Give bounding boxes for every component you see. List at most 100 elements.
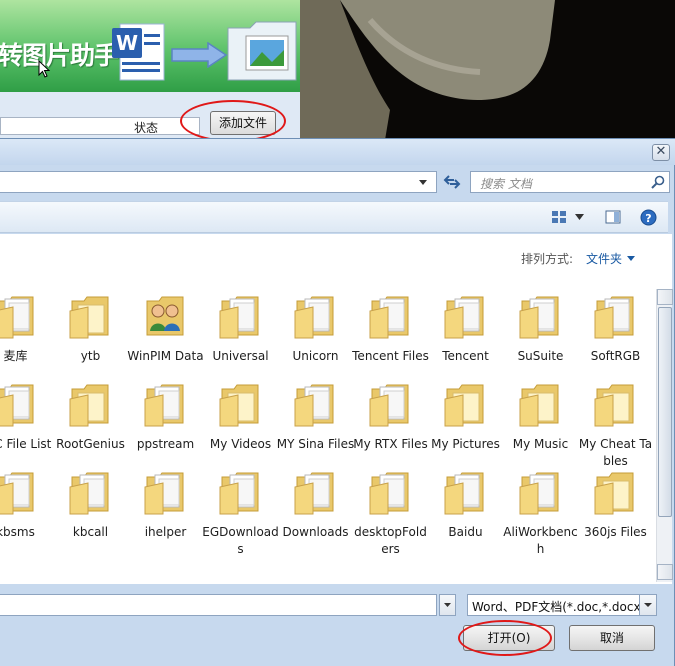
folder-item[interactable]: My Videos (203, 379, 278, 467)
folder-label: 麦库 (3, 349, 28, 363)
folder-item[interactable]: WinPIM Data (127, 291, 204, 379)
folder-item[interactable]: Tencent (428, 291, 503, 379)
document-folder-icon (369, 296, 409, 339)
folder-label: My Cheat Tables (578, 437, 653, 468)
help-icon[interactable]: ? (640, 209, 657, 226)
folder-item[interactable]: ppstream (128, 379, 203, 467)
address-bar[interactable] (0, 171, 437, 193)
document-folder-icon (144, 384, 184, 427)
file-browser-pane: 排列方式: 文件夹 麦库 ytb WinPIM Data Universal Unico… (0, 234, 672, 584)
folder-item[interactable]: SuSuite (503, 291, 578, 379)
scroll-thumb[interactable] (658, 307, 672, 517)
svg-text:?: ? (645, 212, 651, 225)
folder-item[interactable]: My Pictures (428, 379, 503, 467)
word-document-icon: W (112, 23, 165, 81)
folder-item[interactable]: Unicorn (278, 291, 353, 379)
folder-label: desktopFolders (354, 525, 427, 556)
folder-label: MY Sina Files (276, 437, 355, 451)
refresh-icon[interactable] (440, 171, 464, 193)
folder-item[interactable]: 360js Files (578, 467, 653, 555)
filename-input[interactable] (0, 594, 437, 616)
document-folder-icon (519, 472, 559, 515)
folder-item[interactable]: ytb (53, 291, 128, 379)
cancel-button[interactable]: 取消 (569, 625, 655, 651)
chevron-down-icon (444, 603, 451, 607)
folder-item[interactable]: Baidu (428, 467, 503, 555)
folder-item[interactable]: kbcall (53, 467, 128, 555)
document-folder-icon (369, 472, 409, 515)
search-icon[interactable] (651, 175, 665, 189)
folder-item[interactable]: Downloads (278, 467, 353, 555)
folder-label: SoftRGB (590, 349, 641, 363)
dialog-titlebar[interactable]: ✕ (0, 139, 675, 165)
folder-label: My RTX Files (353, 437, 428, 451)
document-folder-icon (444, 472, 484, 515)
contacts-folder-icon (146, 296, 184, 336)
filetype-select[interactable]: Word、PDF文档(*.doc,*.docx (467, 594, 657, 616)
folder-label: SuSuite (517, 349, 564, 363)
view-options-icon[interactable] (551, 210, 567, 224)
scroll-up-button[interactable] (657, 289, 673, 305)
scroll-down-button[interactable] (657, 564, 673, 580)
folder-item[interactable]: kbsms (0, 467, 53, 555)
folder-label: kbsms (0, 525, 35, 539)
file-list-header (0, 117, 200, 135)
chevron-down-icon[interactable] (417, 177, 429, 187)
close-button[interactable]: ✕ (652, 144, 670, 161)
mouse-cursor-icon (38, 60, 50, 78)
annotation-ellipse-add-file (180, 100, 286, 142)
folder-label: WinPIM Data (127, 349, 204, 363)
vertical-scrollbar[interactable] (656, 289, 673, 582)
folder-icon (444, 384, 484, 427)
folder-item[interactable]: My Cheat Tables (578, 379, 653, 468)
folder-item[interactable]: Tencent Files (352, 291, 429, 379)
folder-label: Universal (212, 349, 269, 363)
folder-item[interactable]: MY Sina Files (276, 379, 355, 467)
folder-icon (219, 384, 259, 427)
folder-label: ppstream (136, 437, 195, 451)
filename-dropdown-button[interactable] (439, 594, 456, 616)
folder-icon (519, 384, 559, 427)
document-folder-icon (0, 384, 34, 427)
arrange-by-dropdown[interactable]: 文件夹 (586, 250, 622, 267)
folder-item[interactable]: 麦库 (0, 291, 53, 379)
folder-icon (69, 384, 109, 427)
folder-icon (594, 384, 634, 427)
picture-folder-icon (227, 21, 297, 81)
folder-label: My Pictures (431, 437, 500, 451)
chevron-down-icon[interactable] (575, 214, 584, 220)
document-folder-icon (294, 472, 334, 515)
document-folder-icon (594, 296, 634, 339)
folder-item[interactable]: Universal (203, 291, 278, 379)
document-folder-icon (519, 296, 559, 339)
folder-icon (594, 472, 634, 515)
folder-label: Unicorn (292, 349, 339, 363)
folder-label: Downloads (282, 525, 349, 539)
chevron-down-icon[interactable] (627, 256, 635, 261)
folder-item[interactable]: AliWorkbench (503, 467, 578, 556)
folder-label: RootGenius (56, 437, 125, 451)
folder-label: ihelper (144, 525, 187, 539)
folder-item[interactable]: ihelper (128, 467, 203, 555)
folder-label: My Music (512, 437, 569, 451)
folder-item[interactable]: desktopFolders (353, 467, 428, 556)
status-column-header: 状态 (134, 121, 159, 135)
document-folder-icon (444, 296, 484, 339)
folder-label: AliWorkbench (503, 525, 578, 556)
folder-item[interactable]: EGDownloads (202, 467, 279, 556)
folder-item[interactable]: My Music (503, 379, 578, 467)
folder-item[interactable]: My RTX Files (353, 379, 428, 467)
chevron-down-icon (644, 603, 652, 607)
filetype-dropdown-button[interactable] (639, 595, 656, 615)
svg-text:W: W (116, 31, 138, 55)
document-folder-icon (0, 472, 34, 515)
document-folder-icon (69, 472, 109, 515)
folder-label: Tencent Files (352, 349, 429, 363)
preview-pane-icon[interactable] (605, 210, 621, 224)
search-input[interactable]: 搜索 文档 (470, 171, 670, 193)
folder-item[interactable]: SoftRGB (578, 291, 653, 379)
folder-item[interactable]: TXC File List (0, 379, 53, 467)
background-wallpaper (300, 0, 675, 140)
folder-item[interactable]: RootGenius (53, 379, 128, 467)
folder-label: EGDownloads (202, 525, 279, 556)
